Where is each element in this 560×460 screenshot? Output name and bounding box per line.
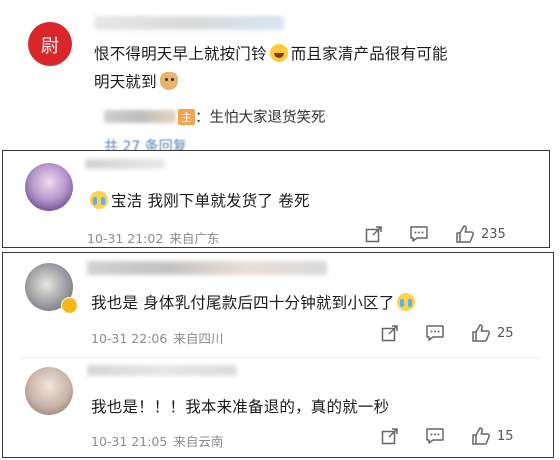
timestamp: 10-31 21:05 <box>91 434 168 449</box>
like-count: 15 <box>497 428 514 444</box>
thumbs-up-icon <box>472 324 490 342</box>
grinning-emoji-icon <box>269 44 288 62</box>
like-button[interactable]: 235 <box>455 224 506 244</box>
share-icon <box>381 325 398 342</box>
like-button[interactable]: 15 <box>471 426 514 446</box>
crying-emoji-icon <box>90 191 108 209</box>
svg-text:尉: 尉 <box>41 36 59 57</box>
comment-body: 我也是 身体乳付尾款后四十分钟就到小区了 <box>91 289 418 317</box>
reply-username-redacted <box>104 110 176 123</box>
comment-text: 我也是！！！我本来准备退的，真的就一秒 <box>91 398 390 416</box>
comment-meta: 10-31 21:05 来自云南 <box>91 431 223 450</box>
crying-emoji-icon <box>397 293 416 311</box>
comment-text: 我也是 身体乳付尾款后四十分钟就到小区了 <box>91 294 395 312</box>
share-icon <box>365 226 382 243</box>
reply-text: ：生怕大家退货笑死 <box>195 110 326 126</box>
comment-actions: 15 <box>355 426 514 446</box>
avatar[interactable] <box>25 367 73 415</box>
timestamp: 10-31 22:06 <box>91 331 168 346</box>
username-redacted <box>87 365 237 376</box>
share-icon <box>381 428 398 445</box>
location: 来自广东 <box>169 231 220 246</box>
username-redacted <box>87 261 327 275</box>
like-button[interactable]: 25 <box>471 323 514 343</box>
comment-text: 宝洁 我刚下单就发货了 卷死 <box>111 192 310 210</box>
comment-button[interactable] <box>425 427 445 445</box>
comment-card: 宝洁 我刚下单就发货了 卷死 10-31 21:02 来自广东 235 <box>2 150 550 248</box>
comment-actions: 25 <box>355 323 514 343</box>
comment-body: 我也是！！！我本来准备退的，真的就一秒 <box>91 393 389 421</box>
comment-icon <box>426 325 444 341</box>
comment-button[interactable] <box>425 324 445 342</box>
reply-preview[interactable]: 主：生怕大家退货笑死 共 27 条回复 <box>104 102 534 155</box>
comment-actions: 235 <box>339 224 506 244</box>
comment-button[interactable] <box>409 225 429 243</box>
username-redacted <box>85 159 165 169</box>
author-badge: 主 <box>178 109 195 125</box>
verified-badge-icon <box>61 297 78 314</box>
comment-card: 我也是 身体乳付尾款后四十分钟就到小区了 10-31 22:06 来自四川 25 … <box>2 252 554 458</box>
comment-meta: 10-31 21:02 来自广东 <box>87 228 219 247</box>
like-count: 25 <box>497 325 514 341</box>
comment-text: 恨不得明天早上就按门铃 <box>94 45 267 63</box>
share-button[interactable] <box>365 225 383 243</box>
comment-icon <box>426 428 444 444</box>
avatar[interactable]: 尉 <box>28 22 72 66</box>
timestamp: 10-31 21:02 <box>87 231 164 246</box>
divider <box>21 357 541 358</box>
comment-text: 明天就到 <box>94 73 157 91</box>
reply-line: 主：生怕大家退货笑死 <box>104 106 326 127</box>
thumbs-up-icon <box>472 427 490 445</box>
comment-icon <box>410 226 428 242</box>
thumbs-up-icon <box>456 225 474 243</box>
location: 来自云南 <box>173 434 224 449</box>
username-redacted <box>94 16 284 30</box>
comment-body: 恨不得明天早上就按门铃 而且家清产品很有可能 明天就到 <box>94 40 534 96</box>
comment-card: 尉 恨不得明天早上就按门铃 而且家清产品很有可能 明天就到 主：生怕大家退货笑死 … <box>8 0 548 155</box>
comment-text: 而且家清产品很有可能 <box>290 45 448 63</box>
share-button[interactable] <box>381 324 399 342</box>
comment-body: 宝洁 我刚下单就发货了 卷死 <box>87 187 310 215</box>
doge-emoji-icon <box>159 72 178 90</box>
comment-meta: 10-31 22:06 来自四川 <box>91 328 223 347</box>
location: 来自四川 <box>173 331 224 346</box>
avatar[interactable] <box>25 163 73 211</box>
like-count: 235 <box>481 226 506 242</box>
share-button[interactable] <box>381 427 399 445</box>
